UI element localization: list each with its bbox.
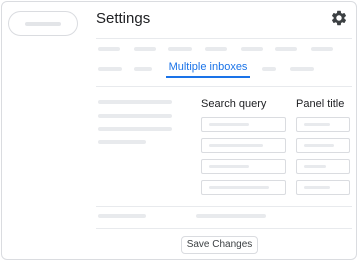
panel-title-input[interactable] [296, 159, 350, 174]
description-line [98, 127, 172, 131]
description-line [98, 114, 172, 118]
tab-placeholder[interactable] [134, 67, 152, 71]
search-query-input[interactable] [201, 138, 286, 153]
sidebar-item-placeholder [25, 22, 61, 26]
search-query-input[interactable] [201, 159, 286, 174]
tab-label: Multiple inboxes [168, 61, 248, 73]
tab-multiple-inboxes[interactable]: Multiple inboxes [166, 59, 250, 78]
tab-placeholder[interactable] [275, 47, 297, 51]
column-header-search-query: Search query [201, 98, 267, 110]
description-line [98, 100, 172, 104]
header-divider [96, 38, 352, 39]
tab-placeholder[interactable] [134, 47, 156, 51]
search-query-input[interactable] [201, 117, 286, 132]
panel-title-input[interactable] [296, 138, 350, 153]
tab-placeholder[interactable] [290, 67, 314, 71]
footer-placeholder [98, 214, 146, 218]
tab-placeholder[interactable] [168, 47, 192, 51]
tab-placeholder[interactable] [205, 47, 227, 51]
tab-placeholder[interactable] [262, 67, 276, 71]
tab-placeholder[interactable] [241, 47, 263, 51]
save-changes-button[interactable]: Save Changes [181, 236, 258, 254]
description-line [98, 140, 146, 144]
column-header-panel-title: Panel title [296, 98, 345, 110]
content-divider [96, 206, 352, 207]
tab-placeholder[interactable] [311, 47, 333, 51]
sidebar-nav-item[interactable] [8, 11, 78, 36]
tabs-divider [96, 86, 352, 87]
search-query-input[interactable] [201, 180, 286, 195]
panel-title-input[interactable] [296, 117, 350, 132]
gear-icon[interactable] [330, 9, 348, 27]
tab-placeholder[interactable] [98, 47, 120, 51]
footer-divider [96, 228, 352, 229]
panel-title-input[interactable] [296, 180, 350, 195]
page-title: Settings [96, 10, 151, 27]
footer-placeholder [196, 214, 266, 218]
tab-placeholder[interactable] [98, 67, 122, 71]
